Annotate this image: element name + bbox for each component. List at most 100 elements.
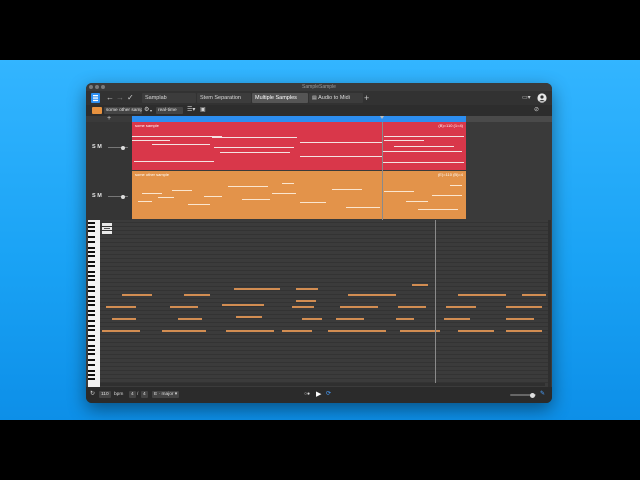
master-volume-knob[interactable] [529,392,535,398]
clip-label: some sample [135,123,159,128]
black-key[interactable] [88,369,95,372]
black-key[interactable] [88,359,95,362]
black-key[interactable] [88,240,95,243]
grid-line [100,350,548,351]
grid-line [100,338,548,339]
app-logo-icon [91,93,100,103]
sample-select[interactable]: some other sample [104,107,142,114]
grid-line [100,314,548,315]
tab-multiple-samples[interactable]: Multiple Samples [252,93,308,103]
add-track-button[interactable]: + [107,115,111,122]
sample-color-swatch[interactable] [92,107,102,114]
grid-line [100,270,548,271]
black-key[interactable] [88,324,95,327]
track-volume-slider[interactable] [108,145,128,150]
close-window-button[interactable] [89,85,93,89]
vertical-scrollbar[interactable] [548,220,551,387]
track-volume-slider[interactable] [108,194,128,199]
black-key[interactable] [88,289,95,292]
confirm-button[interactable]: ✓ [127,93,134,103]
title-bar[interactable]: SampleSample [86,83,552,91]
tempo-field[interactable]: 110 [99,391,111,398]
piano-roll-playhead[interactable] [435,220,436,383]
loop-icon[interactable]: ↻ [90,391,95,398]
black-key[interactable] [88,295,95,298]
grid-line [100,250,548,251]
black-key[interactable] [88,345,95,348]
grid-line [100,346,548,347]
window-menu-icon[interactable]: ▭▾ [522,93,531,103]
list-view-icon[interactable]: ☰▾ [187,107,195,114]
tab-audio-to-midi[interactable]: ▤ Audio to Midi [309,93,363,103]
volume-knob[interactable] [121,194,125,199]
black-key[interactable] [88,279,95,282]
app-window: SampleSample ← → ✓ Samplab Stem Separati… [86,83,552,403]
time-signature-numerator[interactable]: 4 [129,391,136,398]
black-key[interactable] [88,314,95,317]
gear-icon[interactable]: ⚙ [144,107,149,114]
grid-line [100,282,548,283]
black-key[interactable] [88,236,95,239]
grid-line [100,246,548,247]
black-key[interactable] [88,230,95,233]
black-key[interactable] [88,353,95,356]
mode-select[interactable]: real-time [156,107,183,114]
loop-toggle-icon[interactable]: ⟳ [326,391,331,398]
grid-line [100,354,548,355]
black-key[interactable] [88,226,95,229]
black-key[interactable] [88,250,95,253]
audio-clip-1[interactable]: some sample (B)=110 (1=4) [132,122,466,170]
volume-knob[interactable] [121,145,125,150]
black-key[interactable] [88,265,95,268]
user-account-icon[interactable] [537,93,547,103]
black-key[interactable] [88,334,95,337]
black-key[interactable] [88,271,95,274]
save-icon[interactable]: ▣ [200,107,206,114]
playhead[interactable] [382,122,383,220]
time-signature-denominator[interactable]: 4 [141,391,148,398]
black-key[interactable] [88,304,95,307]
solo-mute-buttons[interactable]: S M [92,144,102,150]
grid-line [100,290,548,291]
forward-button[interactable]: → [116,93,124,103]
edit-icon[interactable]: ✎ [540,391,545,398]
timeline-ruler-extension[interactable] [466,116,552,122]
chevron-down-icon[interactable]: ▾ [150,107,152,114]
black-key[interactable] [88,254,95,257]
black-key[interactable] [88,222,95,225]
playhead-marker-icon[interactable] [380,116,384,119]
black-key[interactable] [88,373,95,376]
black-key[interactable] [88,377,95,380]
black-key[interactable] [88,320,95,323]
back-button[interactable]: ← [106,93,114,103]
master-volume-slider[interactable] [510,392,536,398]
audio-clip-2[interactable]: some other sample (E)=110 (B)=4 [132,171,466,219]
tab-stem-separation[interactable]: Stem Separation [197,93,251,103]
black-key[interactable] [88,275,95,278]
record-icon[interactable]: ○● [304,391,310,398]
black-key[interactable] [88,285,95,288]
black-key[interactable] [88,299,95,302]
black-key[interactable] [88,349,95,352]
black-key[interactable] [88,310,95,313]
tool-icon[interactable]: ⊘ [534,107,539,114]
add-tab-button[interactable]: + [364,92,369,104]
horizontal-scrollbar[interactable] [100,383,545,386]
black-key[interactable] [88,328,95,331]
sample-controls-row: some other sample ⚙ ▾ real-time ☰▾ ▣ ⊘ [86,105,552,116]
grid-line [100,266,548,267]
play-button[interactable]: ▶ [316,391,321,398]
black-key[interactable] [88,246,95,249]
black-key[interactable] [88,363,95,366]
minimize-window-button[interactable] [95,85,99,89]
tab-samplab[interactable]: Samplab [142,93,196,103]
key-select[interactable]: E · major ▾ [152,391,180,398]
track-header-1: S M [86,122,132,172]
black-key[interactable] [88,338,95,341]
black-key[interactable] [88,261,95,263]
piano-keyboard[interactable] [88,220,100,387]
zoom-window-button[interactable] [101,85,105,89]
grid-line [100,278,548,279]
solo-mute-buttons[interactable]: S M [92,193,102,199]
grid-line [100,298,548,299]
